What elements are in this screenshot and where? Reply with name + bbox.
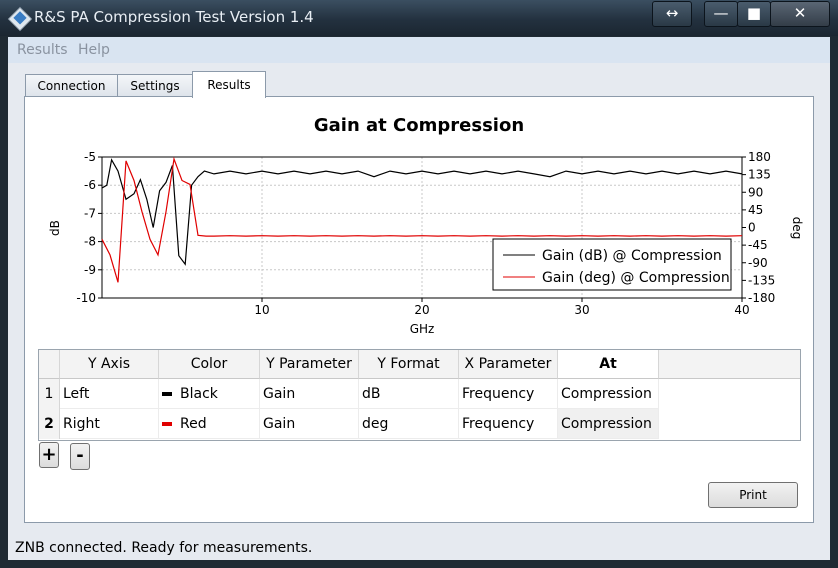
title-bar[interactable]: R&S PA Compression Test Version 1.4 ↔ — … bbox=[0, 0, 838, 36]
color-swatch bbox=[162, 422, 172, 426]
app-window: R&S PA Compression Test Version 1.4 ↔ — … bbox=[0, 0, 838, 568]
cell-x-parameter[interactable]: Frequency bbox=[459, 379, 558, 409]
cell-y-parameter[interactable]: Gain bbox=[260, 409, 359, 439]
menu-help[interactable]: Help bbox=[78, 42, 110, 58]
trace-table: Y Axis Color Y Parameter Y Format X Para… bbox=[38, 349, 801, 441]
tick-label-left: -10 bbox=[76, 291, 96, 305]
tick-label-left: -5 bbox=[84, 150, 96, 164]
tick-label-right: 135 bbox=[748, 168, 771, 182]
col-header-y-format[interactable]: Y Format bbox=[359, 350, 459, 379]
tick-label-x: 40 bbox=[734, 303, 749, 317]
cell-y-format[interactable]: dB bbox=[359, 379, 459, 409]
menu-bar: Results Help bbox=[8, 37, 830, 63]
x-axis-label: GHz bbox=[410, 322, 435, 336]
app-logo-icon bbox=[7, 6, 33, 32]
tick-label-right: -180 bbox=[748, 291, 775, 305]
tick-label-x: 20 bbox=[414, 303, 429, 317]
window-title: R&S PA Compression Test Version 1.4 bbox=[34, 8, 314, 26]
tick-label-left: -9 bbox=[84, 263, 96, 277]
client-area: Connection Settings Results Gain at Comp… bbox=[8, 63, 830, 538]
color-swatch bbox=[162, 392, 172, 396]
col-header-y-parameter[interactable]: Y Parameter bbox=[260, 350, 359, 379]
table-corner bbox=[39, 350, 60, 379]
cell-at[interactable]: Compression bbox=[558, 379, 659, 409]
row-number[interactable]: 2 bbox=[39, 409, 60, 439]
col-header-x-parameter[interactable]: X Parameter bbox=[459, 350, 558, 379]
cell-y-axis[interactable]: Left bbox=[60, 379, 159, 409]
tick-label-x: 10 bbox=[254, 303, 269, 317]
legend-label-gain-db: Gain (dB) @ Compression bbox=[542, 248, 722, 264]
status-text: ZNB connected. Ready for measurements. bbox=[15, 540, 313, 556]
print-button[interactable]: Print bbox=[708, 482, 798, 508]
results-panel: Gain at Compression -5 -6 -7 -8 -9 -10 180 135… bbox=[24, 96, 814, 523]
cell-color[interactable]: Red bbox=[159, 409, 260, 439]
row-number[interactable]: 1 bbox=[39, 379, 60, 409]
tick-label-left: -6 bbox=[84, 178, 96, 192]
maximize-button[interactable]: ■ bbox=[737, 1, 771, 27]
menu-results[interactable]: Results bbox=[17, 42, 68, 58]
y-axis-label-left: dB bbox=[48, 220, 62, 236]
cell-y-axis[interactable]: Right bbox=[60, 409, 159, 439]
col-header-y-axis[interactable]: Y Axis bbox=[60, 350, 159, 379]
legend: Gain (dB) @ Compression Gain (deg) @ Com… bbox=[492, 238, 732, 291]
tab-results[interactable]: Results bbox=[192, 71, 266, 98]
add-row-button[interactable]: + bbox=[39, 442, 59, 468]
cell-color-label: Red bbox=[180, 416, 207, 432]
tick-label-right: 45 bbox=[748, 203, 763, 217]
cell-y-parameter[interactable]: Gain bbox=[260, 379, 359, 409]
cell-color[interactable]: Black bbox=[159, 379, 260, 409]
remove-row-button[interactable]: - bbox=[70, 443, 90, 470]
tick-label-right: -90 bbox=[748, 256, 768, 270]
col-header-empty bbox=[659, 350, 800, 379]
move-button[interactable]: ↔ bbox=[652, 1, 692, 27]
tab-settings[interactable]: Settings bbox=[117, 74, 193, 97]
minimize-button[interactable]: — bbox=[704, 1, 738, 27]
tick-label-right: 180 bbox=[748, 150, 771, 164]
tick-label-x: 30 bbox=[574, 303, 589, 317]
table-row[interactable]: 1 Left Black Gain dB Frequency Compressi… bbox=[39, 379, 800, 409]
cell-y-format[interactable]: deg bbox=[359, 409, 459, 439]
tick-label-left: -8 bbox=[84, 235, 96, 249]
cell-color-label: Black bbox=[180, 386, 218, 402]
tick-label-right: 90 bbox=[748, 185, 763, 199]
legend-label-gain-deg: Gain (deg) @ Compression bbox=[542, 270, 730, 286]
table-row[interactable]: 2 Right Red Gain deg Frequency Compressi… bbox=[39, 409, 800, 439]
tab-connection[interactable]: Connection bbox=[25, 74, 118, 97]
tick-label-right: 0 bbox=[748, 221, 756, 235]
gain-chart: -5-6-7-8-9-10 18013590450-45-90-135-180 … bbox=[48, 150, 804, 336]
status-bar: ZNB connected. Ready for measurements. bbox=[8, 538, 830, 560]
y-axis-label-right: deg bbox=[790, 217, 804, 240]
col-header-color[interactable]: Color bbox=[159, 350, 260, 379]
cell-x-parameter[interactable]: Frequency bbox=[459, 409, 558, 439]
close-button[interactable]: ✕ bbox=[770, 1, 830, 27]
cell-at[interactable]: Compression bbox=[558, 409, 659, 439]
tick-label-left: -7 bbox=[84, 206, 96, 220]
tick-label-right: -45 bbox=[748, 238, 768, 252]
col-header-at[interactable]: At bbox=[558, 350, 659, 379]
tick-label-right: -135 bbox=[748, 273, 775, 287]
